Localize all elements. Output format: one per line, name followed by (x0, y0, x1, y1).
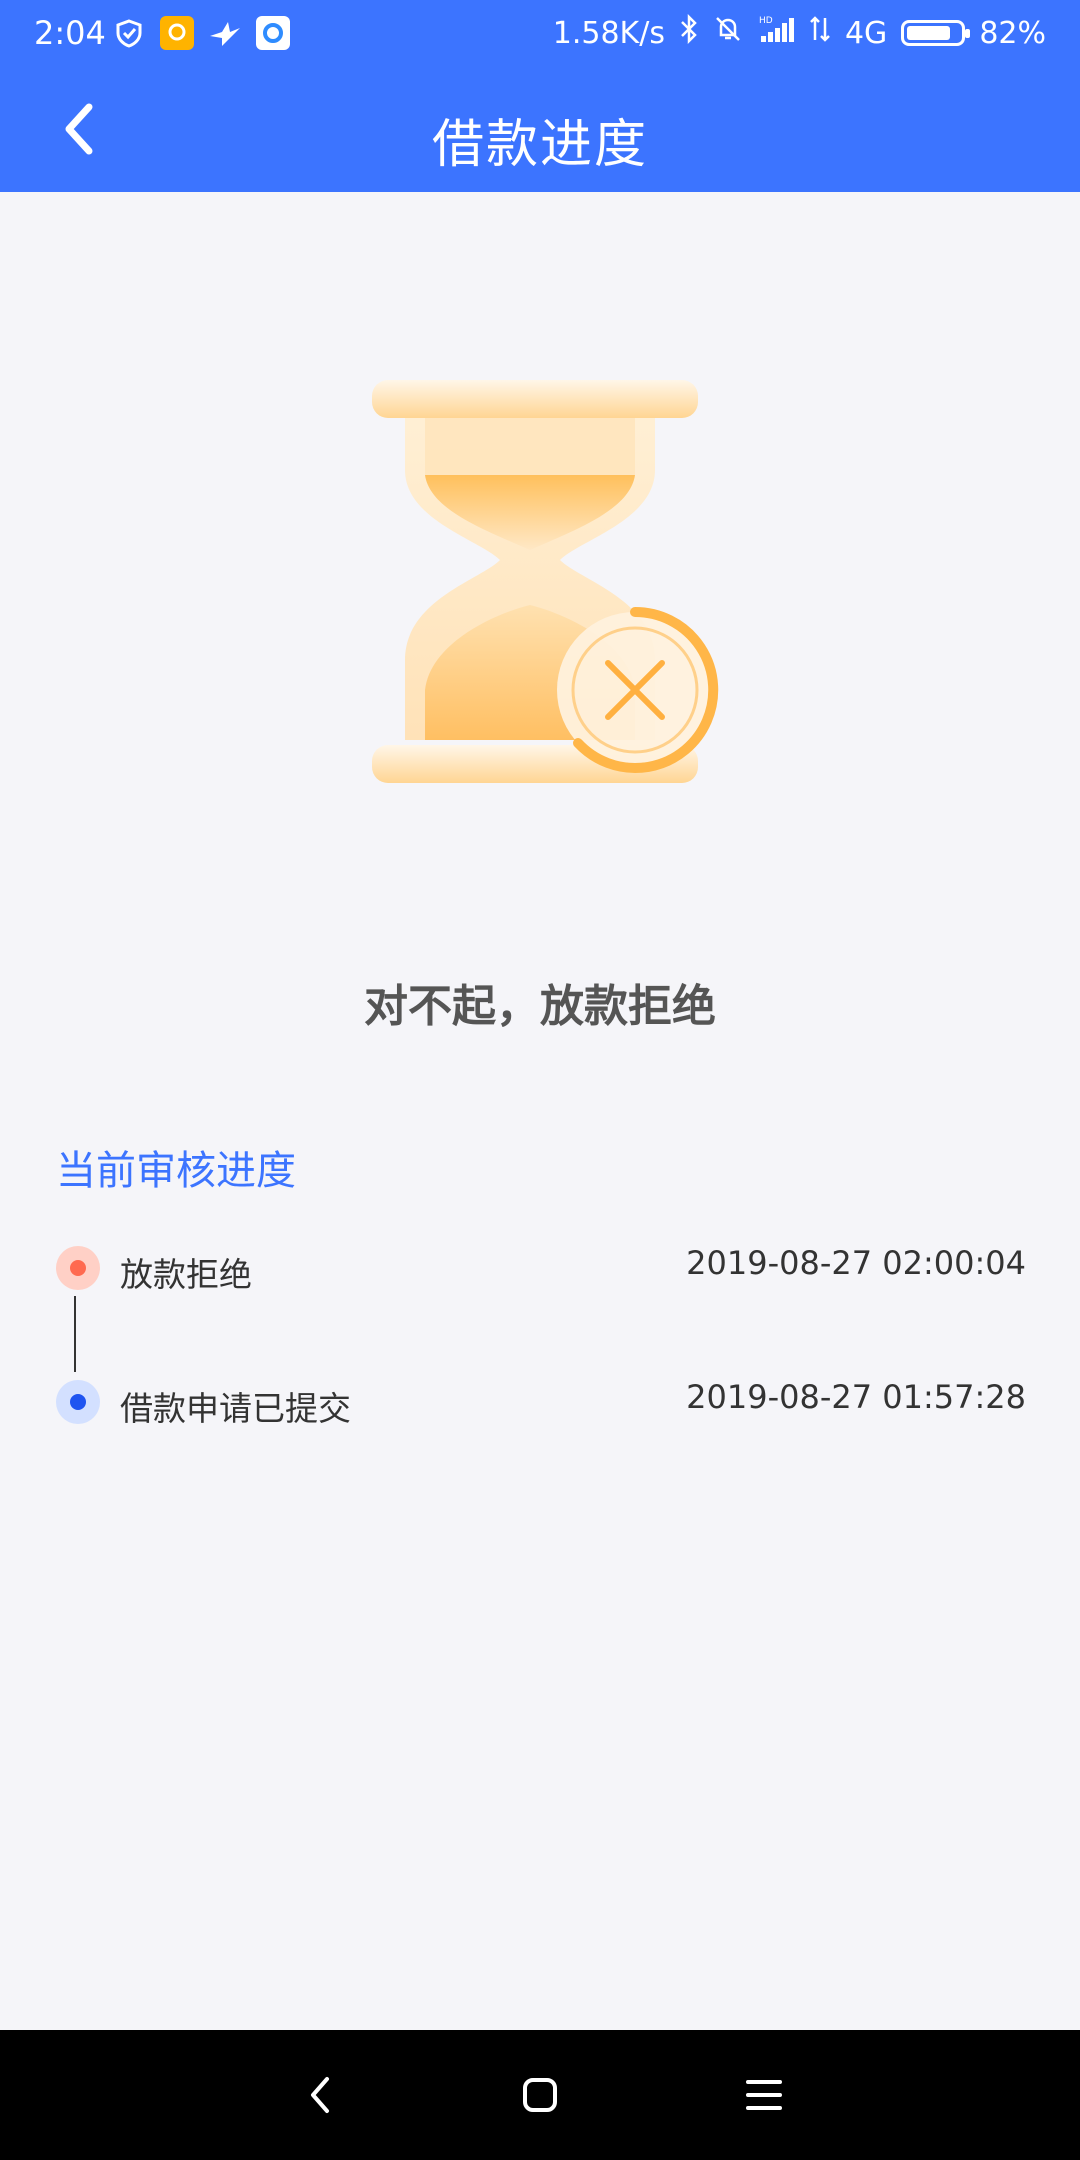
hourglass-rejected-icon (360, 360, 740, 800)
step-label: 放款拒绝 (120, 1255, 252, 1294)
mute-bell-icon (713, 14, 743, 52)
battery-percent: 82% (979, 15, 1046, 51)
browser-icon (256, 16, 290, 50)
status-right: 1.58K/s HD 4G 82% (552, 13, 1046, 52)
progress-section-title: 当前审核进度 (56, 1148, 296, 1194)
menu-nav-icon[interactable] (734, 2065, 794, 2125)
home-nav-icon[interactable] (510, 2065, 570, 2125)
submitted-dot-icon (56, 1380, 100, 1424)
result-message: 对不起，放款拒绝 (364, 981, 716, 1032)
network-speed: 1.58K/s (552, 15, 665, 51)
timeline-connector (74, 1296, 76, 1372)
step-time: 2019-08-27 01:57:28 (686, 1378, 1026, 1416)
loan-progress-screen: 2:04 1.58K/s HD 4G 82% 借款进度 对不起，放款拒绝 当前审… (0, 0, 1080, 2160)
bluetooth-icon (679, 13, 699, 52)
data-arrows-icon (809, 14, 831, 52)
top-bar: 2:04 1.58K/s HD 4G 82% 借款进度 (0, 0, 1080, 192)
step-time: 2019-08-27 02:00:04 (686, 1244, 1026, 1282)
hd-signal-icon: HD (757, 14, 795, 52)
timeline-step-submitted: 借款申请已提交 2019-08-27 01:57:28 (56, 1374, 1026, 1434)
system-nav-bar (0, 2030, 1080, 2160)
back-nav-icon[interactable] (290, 2065, 350, 2125)
notification-icons (112, 16, 290, 50)
timeline-step-rejected: 放款拒绝 2019-08-27 02:00:04 (56, 1240, 1026, 1300)
network-type: 4G (844, 15, 888, 51)
step-label: 借款申请已提交 (120, 1389, 351, 1428)
svg-text:HD: HD (759, 16, 773, 26)
battery-icon (901, 20, 971, 46)
page-header: 借款进度 (0, 66, 1080, 192)
status-time: 2:04 (34, 14, 106, 52)
rejected-dot-icon (56, 1246, 100, 1290)
chat-icon (160, 16, 194, 50)
battery-fill (907, 26, 950, 40)
status-bar: 2:04 1.58K/s HD 4G 82% (0, 0, 1080, 66)
bird-icon (208, 16, 242, 50)
shield-icon (112, 16, 146, 50)
page-title: 借款进度 (431, 115, 648, 175)
